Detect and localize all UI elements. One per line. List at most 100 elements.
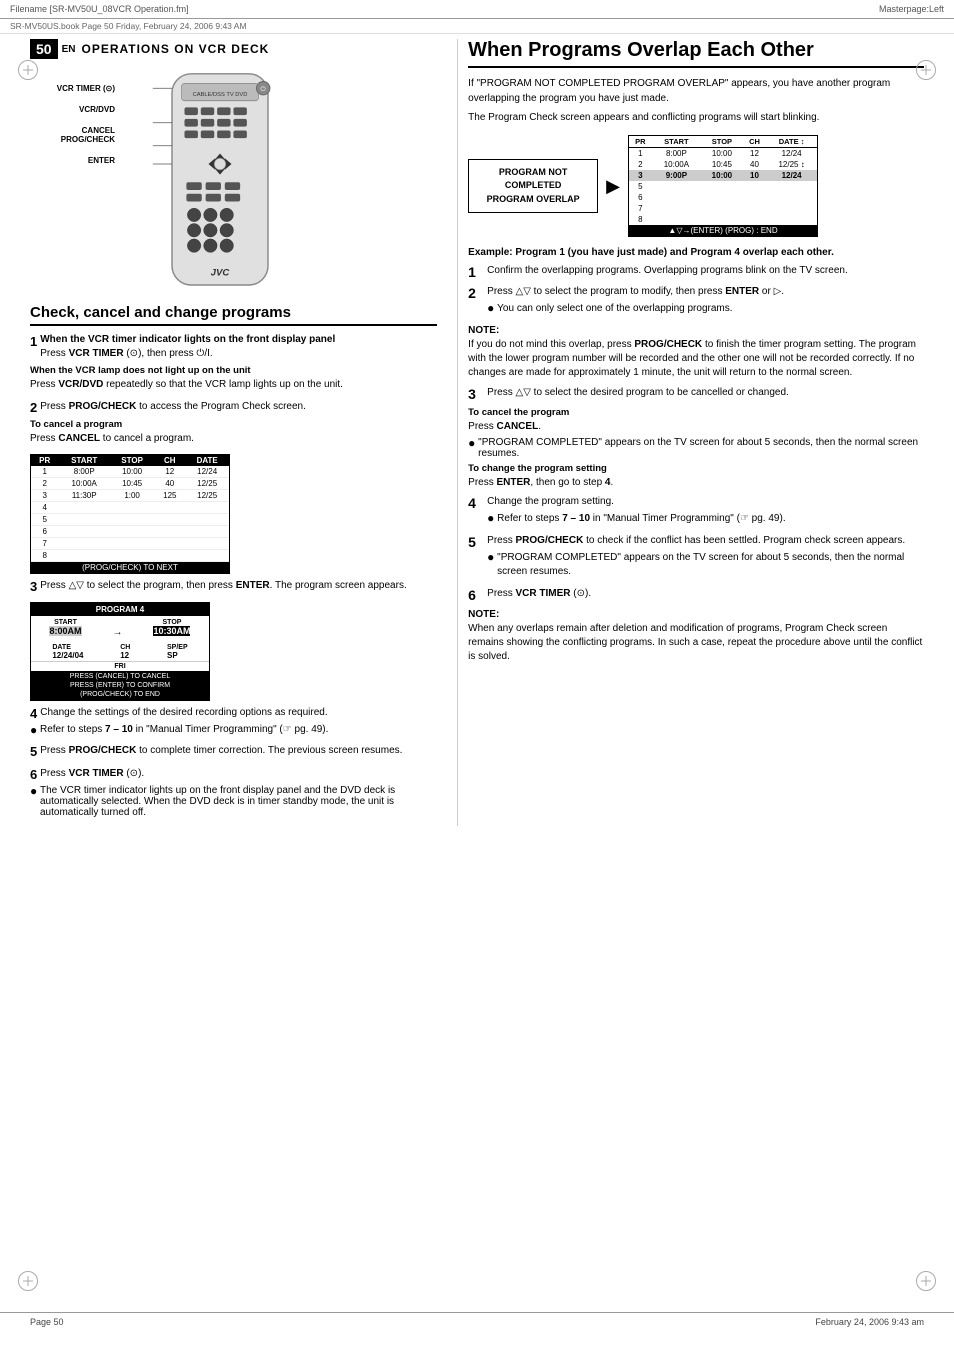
change-program-sub-label: To change the program setting — [468, 463, 924, 474]
footer-right: February 24, 2006 9:43 am — [815, 1317, 924, 1327]
bullet-icon: ● — [30, 785, 40, 797]
th-stop: STOP — [110, 455, 154, 466]
table-row: 4 — [31, 502, 229, 514]
overlap-display: PROGRAM NOT COMPLETEDPROGRAM OVERLAP ▶ P… — [468, 135, 924, 237]
cancel-press-cancel: Press CANCEL. — [468, 420, 924, 434]
step-2-text: Press PROG/CHECK to access the Program C… — [40, 400, 306, 414]
step-1-block: 1 When the VCR timer indicator lights on… — [30, 334, 437, 392]
th-start: START — [58, 455, 109, 466]
table-row: 6 — [629, 192, 817, 203]
table-row: 7 — [629, 203, 817, 214]
right-step-4: 4 Change the program setting. ● Refer to… — [468, 495, 924, 529]
step-4-text: Change the settings of the desired recor… — [40, 706, 327, 720]
masterpage-label: Masterpage:Left — [879, 4, 944, 14]
overlap-arrow-icon: ▶ — [606, 176, 620, 197]
right-column: When Programs Overlap Each Other If "PRO… — [457, 39, 924, 826]
svg-text:⏻: ⏻ — [261, 85, 267, 93]
overlap-left-box: PROGRAM NOT COMPLETEDPROGRAM OVERLAP — [468, 159, 598, 214]
right-heading: When Programs Overlap Each Other — [468, 39, 924, 68]
right-step-3: 3 Press △▽ to select the desired program… — [468, 386, 924, 402]
th-stop2: STOP — [701, 136, 743, 148]
step-6-text: Press VCR TIMER (⊙). — [40, 767, 144, 781]
note-box-1: NOTE: If you do not mind this overlap, p… — [468, 325, 924, 380]
cancel-bullet: ● "PROGRAM COMPLETED" appears on the TV … — [468, 437, 924, 459]
footer-left: Page 50 — [30, 1317, 64, 1327]
page-header: Filename [SR-MV50U_08VCR Operation.fm] M… — [0, 0, 954, 19]
right-step-1: 1 Confirm the overlapping programs. Over… — [468, 264, 924, 280]
subline-label: SR-MV50US.book Page 50 Friday, February … — [10, 21, 247, 31]
cancel-program-sub-label: To cancel the program — [468, 407, 924, 418]
left-column: 50 EN OPERATIONS ON VCR DECK VCR TIMER (… — [30, 39, 457, 826]
prog-check-footer: (PROG/CHECK) TO NEXT — [31, 562, 229, 573]
corner-mark-tl — [18, 60, 38, 80]
note-box-2: NOTE: When any overlaps remain after del… — [468, 609, 924, 664]
th-pr: PR — [31, 455, 58, 466]
section-title: OPERATIONS ON VCR DECK — [81, 42, 269, 56]
step-5-block: 5 Press PROG/CHECK to complete timer cor… — [30, 744, 437, 759]
th-start2: START — [652, 136, 701, 148]
prog4-footer: PRESS (CANCEL) TO CANCEL PRESS (ENTER) T… — [31, 671, 209, 700]
step-4-bullet: ● Refer to steps 7 – 10 in "Manual Timer… — [30, 724, 437, 736]
table-row: 5 — [31, 514, 229, 526]
svg-text:JVC: JVC — [211, 267, 231, 278]
sub-header: SR-MV50US.book Page 50 Friday, February … — [0, 19, 954, 34]
prog4-box: PROGRAM 4 START 8:00AM → STOP 10:30AM DA… — [30, 602, 210, 701]
cancel-program-label: To cancel a program — [30, 419, 437, 430]
prog4-start-col: START 8:00AM — [49, 619, 81, 638]
vcr-lamp-sublabel: When the VCR lamp does not light up on t… — [30, 365, 437, 376]
cancel-prog-label: CANCELPROG/CHECK — [30, 126, 120, 144]
remote-illustration: CABLE/DSS TV DVD ⏻ — [120, 69, 320, 289]
vcr-lamp-text: Press VCR/DVD repeatedly so that the VCR… — [30, 378, 437, 392]
table-row: 8 — [31, 550, 229, 562]
table-row: 210:00A10:454012/25 — [31, 478, 229, 490]
example-text: Example: Program 1 (you have just made) … — [468, 247, 924, 258]
step-1-header: When the VCR timer indicator lights on t… — [40, 334, 335, 345]
table-row: 311:30P1:0012512/25 — [31, 490, 229, 502]
corner-mark-bl — [18, 1271, 38, 1291]
cancel-program-text: Press CANCEL to cancel a program. — [30, 432, 437, 446]
bullet-icon: ● — [30, 724, 40, 736]
step-6-num: 6 — [30, 767, 37, 782]
step-1-num: 1 — [30, 334, 37, 349]
overlap-footer: ▲▽→(ENTER) (PROG) : END — [629, 225, 817, 236]
prog4-header: PROGRAM 4 — [31, 603, 209, 616]
table-row: 8 — [629, 214, 817, 225]
enter-label: ENTER — [30, 156, 120, 165]
table-row: 210:00A10:454012/25 ↕ — [629, 159, 817, 170]
th-date: DATE — [185, 455, 229, 466]
right-step-6: 6 Press VCR TIMER (⊙). — [468, 587, 924, 603]
page-en: EN — [62, 44, 76, 55]
table-row: 5 — [629, 181, 817, 192]
table-row: 7 — [31, 538, 229, 550]
th-date2: DATE ↕ — [766, 136, 817, 148]
intro-p1: If "PROGRAM NOT COMPLETED PROGRAM OVERLA… — [468, 76, 924, 106]
change-press-enter: Press ENTER, then go to step 4. — [468, 476, 924, 490]
step-6-block: 6 Press VCR TIMER (⊙). ● The VCR timer i… — [30, 767, 437, 818]
overlap-right-table: PR START STOP CH DATE ↕ 18:00P10:001212/… — [628, 135, 818, 237]
prog4-fri: FRI — [31, 661, 209, 671]
th-ch: CH — [154, 455, 185, 466]
step-3-block: 3 Press △▽ to select the program, then p… — [30, 579, 437, 594]
intro-p2: The Program Check screen appears and con… — [468, 110, 924, 125]
prog4-row2: DATE12/24/04 CH12 SP/EPSP — [31, 641, 209, 661]
page-footer: Page 50 February 24, 2006 9:43 am — [0, 1312, 954, 1331]
svg-text:CABLE/DSS TV DVD: CABLE/DSS TV DVD — [193, 92, 248, 98]
right-step-5: 5 Press PROG/CHECK to check if the confl… — [468, 534, 924, 582]
step-1-text: Press VCR TIMER (⊙), then press ⏻/I. — [40, 347, 335, 361]
page-num-area: 50 EN OPERATIONS ON VCR DECK — [30, 39, 437, 59]
step-4-num: 4 — [30, 706, 37, 721]
remote-area: VCR TIMER (⊙) VCR/DVD CANCELPROG/CHECK E… — [30, 69, 437, 289]
corner-mark-tr — [916, 60, 936, 80]
th-ch2: CH — [743, 136, 766, 148]
th-pr2: PR — [629, 136, 652, 148]
table-row: 18:00P10:001212/24 — [31, 466, 229, 478]
prog4-body: START 8:00AM → STOP 10:30AM — [31, 616, 209, 641]
remote-labels: VCR TIMER (⊙) VCR/DVD CANCELPROG/CHECK E… — [30, 69, 120, 289]
table-row: 18:00P10:001212/24 — [629, 148, 817, 160]
step-3-text: Press △▽ to select the program, then pre… — [40, 579, 406, 593]
step-6-bullet: ● The VCR timer indicator lights up on t… — [30, 785, 437, 818]
table-row-highlighted: 39:00P10:001012/24 — [629, 170, 817, 181]
vcr-dvd-label: VCR/DVD — [30, 105, 120, 114]
right-step-2: 2 Press △▽ to select the program to modi… — [468, 285, 924, 319]
page-number: 50 — [30, 39, 58, 59]
